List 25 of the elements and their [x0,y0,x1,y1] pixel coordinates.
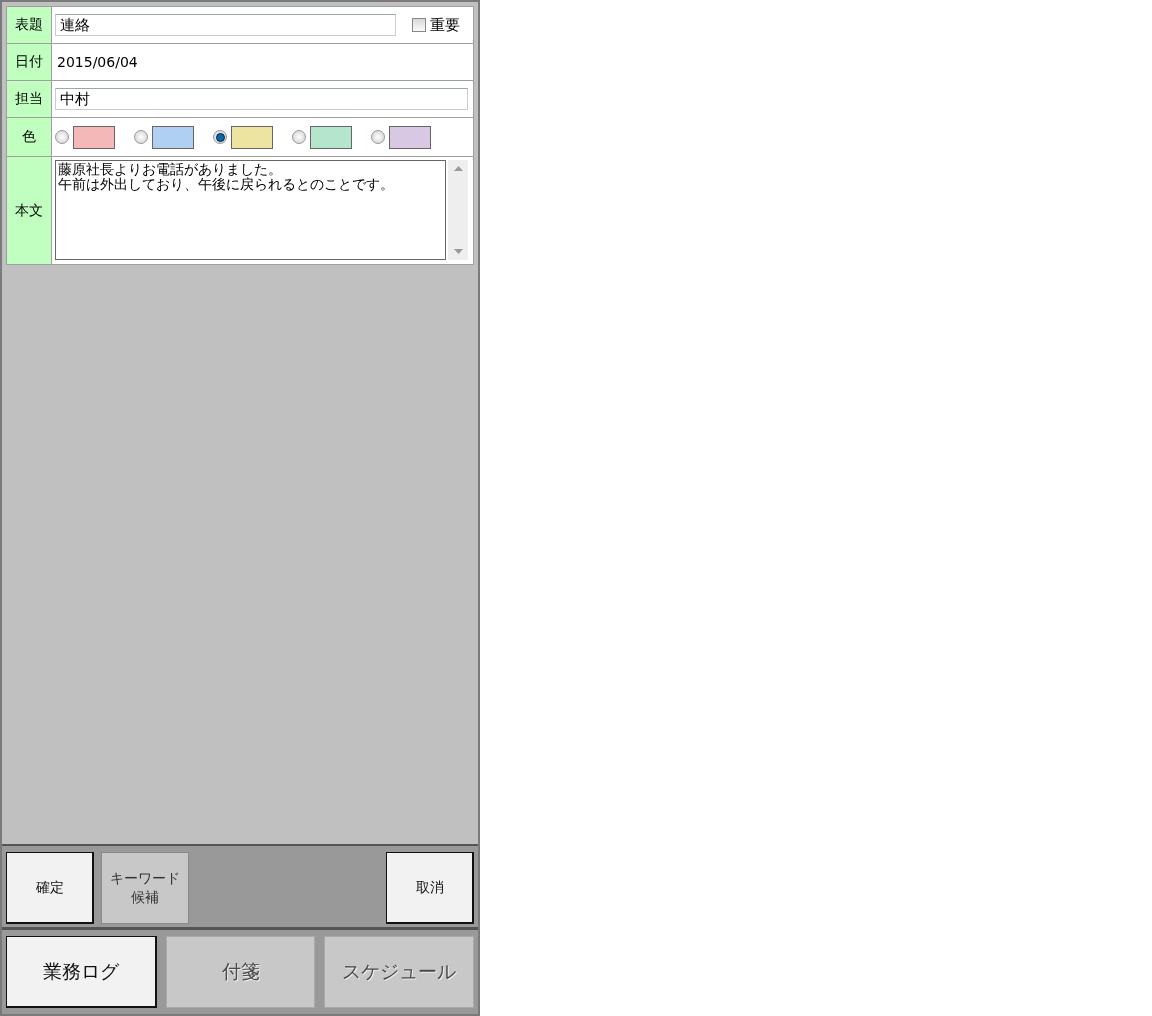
tab[interactable]: 付箋 [165,936,316,1008]
radio-button[interactable] [134,130,148,144]
checkbox[interactable] [412,18,426,32]
field-label: 日付 [7,44,52,80]
action-button[interactable]: 確定 [6,852,94,924]
text-input[interactable]: 連絡 [55,14,396,36]
text-line: 藤原社長よりお電話がありました。 [58,162,283,177]
radio-button[interactable] [292,130,306,144]
scroll-up-icon[interactable] [453,166,463,171]
field-label: 本文 [7,157,52,264]
radio-button[interactable] [371,130,385,144]
tab[interactable]: スケジュール [324,936,474,1008]
text-area[interactable]: 藤原社長よりお電話がありました。 午前は外出しており、午後に戻られるとのことです。 [55,160,446,260]
scroll-down-icon[interactable] [453,249,463,254]
checkbox-label: 重要 [430,15,460,35]
scrollbar[interactable] [448,160,468,260]
text-line: 午前は外出しており、午後に戻られるとのことです。 [58,177,395,192]
tab[interactable]: 業務ログ [6,936,157,1008]
field-label: 表題 [7,7,52,43]
text-input[interactable]: 中村 [55,88,468,110]
field-label: 色 [7,118,52,156]
radio-button[interactable] [55,130,69,144]
radio-button[interactable] [213,130,227,144]
date-value: 2015/06/04 [57,54,138,70]
field-label: 担当 [7,81,52,117]
